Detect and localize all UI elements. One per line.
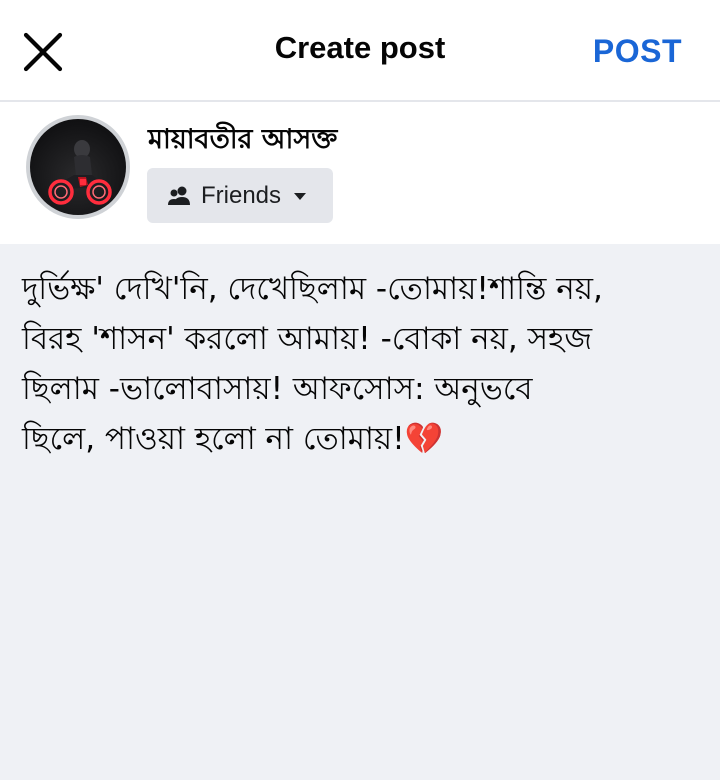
avatar-image (30, 119, 126, 215)
caret-down-icon (294, 192, 307, 200)
audience-label: Friends (201, 181, 282, 209)
avatar[interactable] (26, 115, 130, 219)
audience-selector-button[interactable]: Friends (147, 168, 333, 223)
friends-icon (168, 186, 190, 205)
post-text-input[interactable]: দুর্ভিক্ষ' দেখি'নি, দেখেছিলাম -তোমায়!শা… (22, 264, 702, 464)
create-post-screen: Create post POST মায়াবতীর আসক্ত Friends… (0, 0, 720, 780)
post-composer[interactable]: দুর্ভিক্ষ' দেখি'নি, দেখেছিলাম -তোমায়!শা… (0, 244, 720, 780)
user-name[interactable]: মায়াবতীর আসক্ত (148, 119, 337, 164)
motorcycle-rider-icon (48, 140, 112, 205)
post-button[interactable]: POST (593, 33, 682, 70)
user-row: মায়াবতীর আসক্ত Friends (0, 102, 720, 244)
header-bar: Create post POST (0, 0, 720, 102)
